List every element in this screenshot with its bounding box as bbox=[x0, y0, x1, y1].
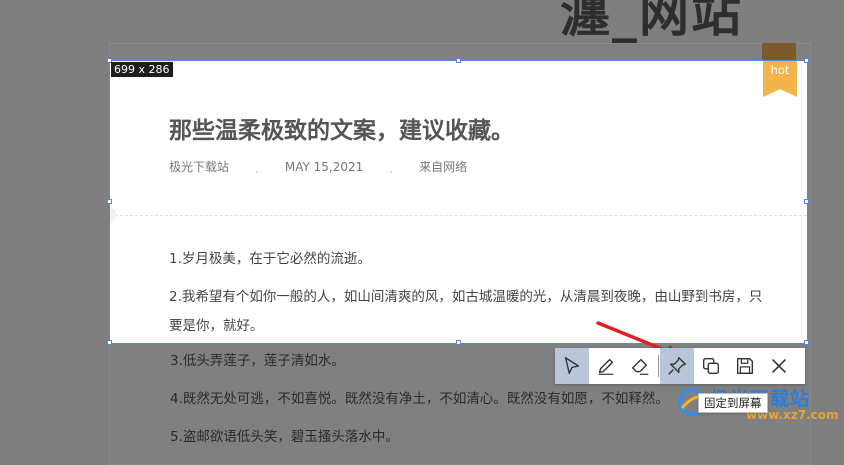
eraser-tool-button[interactable] bbox=[623, 348, 657, 384]
pen-tool-button[interactable] bbox=[589, 348, 623, 384]
meta-date: MAY 15,2021 bbox=[284, 160, 364, 174]
select-tool-button[interactable] bbox=[555, 348, 589, 384]
close-icon bbox=[772, 359, 786, 373]
divider-notch bbox=[110, 207, 116, 223]
pen-icon bbox=[598, 358, 614, 375]
dimmed-paragraph-5: 5.盗邮欲语低头笑，碧玉搔头落水中。 bbox=[170, 429, 399, 445]
cursor-icon bbox=[564, 357, 580, 375]
capture-region[interactable]: hot 那些温柔极致的文案，建议收藏。 极光下载站. MAY 15,2021. 来自… bbox=[110, 61, 807, 343]
paragraph-1: 1.岁月极美，在于它必然的流逝。 bbox=[169, 251, 371, 267]
article-title: 那些温柔极致的文案，建议收藏。 bbox=[169, 118, 514, 144]
ribbon-dimmed-top bbox=[762, 43, 796, 61]
meta-author: 极光下载站 bbox=[169, 160, 230, 174]
meta-separator: . bbox=[255, 162, 259, 176]
paragraph-2: 2.我希望有个如你一般的人，如山间清爽的风，如古城温暖的光，从清晨到夜晚，由山野… bbox=[169, 289, 763, 305]
paragraph-2-cont: 要是你，就好。 bbox=[169, 318, 264, 334]
resize-handle-right[interactable] bbox=[804, 199, 809, 204]
pin-tooltip: 固定到屏幕 bbox=[698, 393, 768, 413]
meta-source: 来自网络 bbox=[419, 160, 468, 174]
eraser-icon bbox=[631, 358, 649, 375]
resize-handle-top[interactable] bbox=[456, 58, 461, 63]
article-meta: 极光下载站. MAY 15,2021. 来自网络 bbox=[169, 158, 468, 176]
dimmed-paragraph-4: 4.既然无处可逃，不如喜悦。既然没有净土，不如清心。既然没有如愿，不如释然。 bbox=[170, 391, 669, 407]
capture-size-label: 699 x 286 bbox=[111, 62, 173, 77]
save-icon bbox=[736, 357, 754, 375]
save-tool-button[interactable] bbox=[728, 348, 762, 384]
resize-handle-bottom-left[interactable] bbox=[107, 340, 112, 345]
hot-badge: hot bbox=[763, 61, 797, 97]
dimmed-paragraph-3: 3.低头弄莲子，莲子清如水。 bbox=[170, 353, 345, 369]
resize-handle-bottom-right[interactable] bbox=[804, 340, 809, 345]
copy-tool-button[interactable] bbox=[694, 348, 728, 384]
close-tool-button[interactable] bbox=[762, 348, 796, 384]
article-divider bbox=[110, 215, 807, 216]
screenshot-toolbar bbox=[555, 348, 805, 384]
toolbar-separator bbox=[658, 355, 659, 377]
pin-tool-button[interactable] bbox=[660, 348, 694, 384]
resize-handle-left[interactable] bbox=[107, 199, 112, 204]
copy-icon bbox=[702, 357, 720, 375]
meta-separator: . bbox=[389, 162, 394, 176]
background-site-title: 瀍_网站 bbox=[560, 0, 743, 43]
resize-handle-top-right[interactable] bbox=[804, 58, 809, 63]
pin-icon bbox=[668, 357, 686, 375]
resize-handle-bottom[interactable] bbox=[456, 340, 461, 345]
